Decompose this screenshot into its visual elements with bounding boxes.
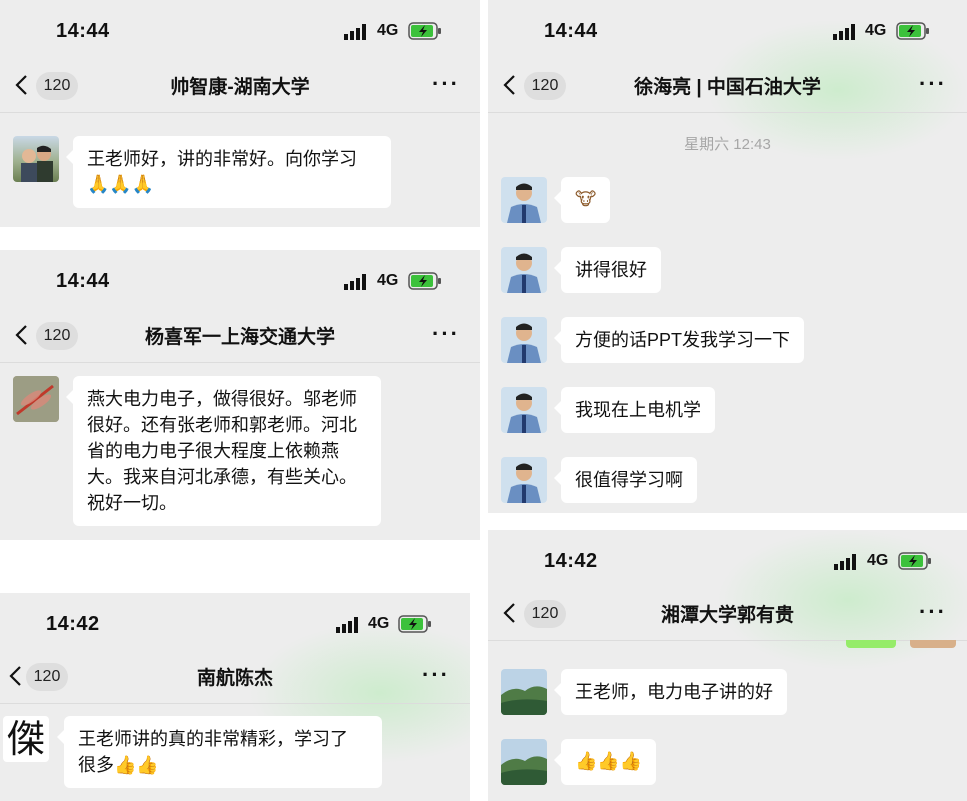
status-bar: 14:44 4G — [0, 0, 480, 62]
message-line: 祝好一切。 — [87, 493, 177, 513]
message-bubble[interactable]: 方便的话PPT发我学习一下 — [553, 317, 805, 363]
avatar[interactable] — [13, 136, 59, 182]
status-time: 14:44 — [56, 270, 110, 292]
network-label: 4G — [377, 22, 399, 39]
message-bubble[interactable]: 我现在上电机学 — [554, 387, 715, 433]
avatar[interactable] — [501, 247, 547, 293]
avatar[interactable] — [501, 457, 547, 503]
battery-charging-icon — [408, 272, 441, 290]
message-text: 我现在上电机学 — [575, 400, 701, 420]
avatar[interactable]: 傑 — [3, 716, 49, 762]
message-timestamp: 星期六 12:43 — [684, 136, 771, 153]
chat-panel-shuai: 14:44 4G 120 帅智康-湖南大学 ··· 王老师好，讲的非常好。向你学… — [0, 0, 480, 227]
network-label: 4G — [865, 22, 887, 39]
cropped-outgoing-bubble — [846, 640, 896, 648]
message-line: 王老师讲的真的非常精彩，学习了 — [78, 729, 348, 749]
avatar[interactable] — [13, 376, 59, 422]
status-time: 14:44 — [56, 20, 110, 42]
chat-panel-guo: 14:42 4G 120 湘潭大学郭有贵 ··· 王老师，电力电子讲的好 👍👍👍 — [488, 530, 967, 801]
avatar[interactable] — [501, 669, 547, 715]
avatar[interactable] — [501, 317, 547, 363]
signal-bars-icon — [834, 554, 856, 570]
battery-charging-icon — [408, 22, 441, 40]
cropped-own-avatar — [910, 640, 956, 648]
status-bar: 14:44 4G — [488, 0, 967, 62]
more-dots-icon[interactable]: ··· — [432, 73, 460, 95]
message-line: 王老师好，讲的非常好。向你学习 — [87, 149, 357, 169]
status-bar: 14:42 4G — [0, 593, 470, 655]
chat-nav-bar: 120 帅智康-湖南大学 ··· — [0, 60, 480, 113]
message-bubble[interactable]: 🐮 — [553, 177, 611, 223]
message-bubble[interactable]: 👍👍👍 — [553, 739, 657, 785]
message-line: 省的电力电子很大程度上依赖燕 — [87, 441, 339, 461]
more-dots-icon[interactable]: ··· — [432, 323, 460, 345]
network-label: 4G — [377, 272, 399, 289]
message-bubble[interactable]: 讲得很好 — [554, 247, 661, 293]
more-dots-icon[interactable]: ··· — [422, 664, 450, 686]
status-time: 14:42 — [544, 550, 598, 572]
more-dots-icon[interactable]: ··· — [919, 73, 947, 95]
battery-charging-icon — [896, 22, 929, 40]
avatar[interactable] — [501, 177, 547, 223]
message-line: 大。我来自河北承德，有些关心。 — [87, 467, 357, 487]
message-line: 很好。还有张老师和郭老师。河北 — [87, 415, 357, 435]
network-label: 4G — [368, 615, 390, 632]
status-time: 14:44 — [544, 20, 598, 42]
chat-nav-bar: 120 南航陈杰 ··· — [0, 651, 470, 704]
chat-nav-bar: 120 湘潭大学郭有贵 ··· — [488, 588, 967, 641]
message-text: 讲得很好 — [575, 260, 647, 280]
more-dots-icon[interactable]: ··· — [919, 601, 947, 623]
message-bubble[interactable]: 王老师好，讲的非常好。向你学习 🙏🙏🙏 — [66, 136, 391, 208]
message-bubble[interactable]: 王老师，电力电子讲的好 — [554, 669, 787, 715]
avatar[interactable] — [501, 387, 547, 433]
message-text: 很值得学习啊 — [575, 470, 683, 490]
signal-bars-icon — [336, 617, 358, 633]
message-bubble[interactable]: 王老师讲的真的非常精彩，学习了 很多👍👍 — [57, 716, 382, 788]
signal-bars-icon — [344, 274, 366, 290]
chat-panel-chen: 14:42 4G 120 南航陈杰 ··· 傑 王老师讲的真的非常精彩，学习了 … — [0, 593, 470, 801]
cow-emoji: 🐮 — [575, 189, 597, 210]
signal-bars-icon — [833, 24, 855, 40]
chat-title: 湘潭大学郭有贵 — [660, 605, 794, 626]
signal-bars-icon — [344, 24, 366, 40]
message-bubble[interactable]: 燕大电力电子，做得很好。邬老师 很好。还有张老师和郭老师。河北 省的电力电子很大… — [66, 376, 381, 526]
chat-panel-yang: 14:44 4G 120 杨喜军一上海交通大学 ··· 燕大电力电子，做得很好。… — [0, 250, 480, 540]
status-time: 14:42 — [46, 613, 100, 635]
message-line: 很多👍👍 — [78, 755, 159, 775]
chat-title: 徐海亮 | 中国石油大学 — [634, 77, 821, 98]
chat-title: 帅智康-湖南大学 — [170, 77, 310, 98]
battery-charging-icon — [398, 615, 431, 633]
message-line: 燕大电力电子，做得很好。邬老师 — [87, 389, 357, 409]
message-bubble[interactable]: 很值得学习啊 — [554, 457, 697, 503]
chat-title: 杨喜军一上海交通大学 — [144, 327, 335, 348]
status-bar: 14:42 4G — [488, 530, 967, 592]
message-emoji-line: 🙏🙏🙏 — [87, 174, 155, 195]
message-text: 方便的话PPT发我学习一下 — [575, 330, 791, 350]
network-label: 4G — [867, 552, 889, 569]
chat-nav-bar: 120 杨喜军一上海交通大学 ··· — [0, 310, 480, 363]
chat-panel-xu: 14:44 4G 120 徐海亮 | 中国石油大学 ··· 星期六 12:43 … — [488, 0, 967, 513]
chat-title: 南航陈杰 — [196, 668, 273, 689]
avatar[interactable] — [501, 739, 547, 785]
battery-charging-icon — [898, 552, 931, 570]
thumbs-up-emoji: 👍👍👍 — [575, 751, 643, 772]
message-text: 王老师，电力电子讲的好 — [575, 682, 773, 702]
status-bar: 14:44 4G — [0, 250, 480, 312]
chat-nav-bar: 120 徐海亮 | 中国石油大学 ··· — [488, 60, 967, 113]
